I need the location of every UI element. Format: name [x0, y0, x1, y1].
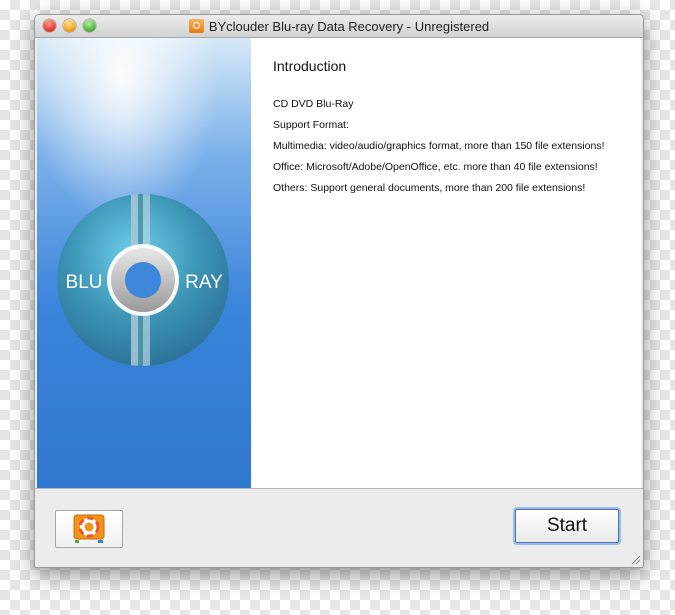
- lifebuoy-logo-icon: [73, 514, 105, 543]
- blu-ray-disc-icon: BLU RAY: [57, 194, 229, 366]
- side-banner: BLU RAY: [37, 38, 251, 488]
- start-button[interactable]: Start: [515, 509, 619, 543]
- footer-divider: [35, 488, 643, 489]
- title-bar[interactable]: BYclouder Blu-ray Data Recovery - Unregi…: [35, 15, 643, 38]
- logo-button[interactable]: [55, 510, 123, 548]
- info-line-multimedia: Multimedia: video/audio/graphics format,…: [273, 140, 605, 152]
- info-line-media: CD DVD Blu-Ray: [273, 98, 354, 110]
- app-icon: [188, 19, 204, 33]
- app-window: BYclouder Blu-ray Data Recovery - Unregi…: [34, 14, 644, 568]
- info-line-office: Office: Microsoft/Adobe/OpenOffice, etc.…: [273, 161, 598, 173]
- content-area: BLU RAY Introduction CD DVD Blu-Ray Supp…: [37, 38, 641, 488]
- window-title: BYclouder Blu-ray Data Recovery - Unregi…: [208, 18, 490, 34]
- title-group: BYclouder Blu-ray Data Recovery - Unregi…: [35, 15, 643, 37]
- info-line-others: Others: Support general documents, more …: [273, 182, 586, 194]
- intro-heading: Introduction: [273, 58, 347, 74]
- disc-right-label: RAY: [185, 272, 223, 293]
- info-line-support-format: Support Format:: [273, 119, 349, 131]
- disc-left-label: BLU: [66, 272, 103, 293]
- resize-grip-icon[interactable]: [630, 554, 641, 565]
- intro-panel: Introduction CD DVD Blu-Ray Support Form…: [273, 58, 633, 202]
